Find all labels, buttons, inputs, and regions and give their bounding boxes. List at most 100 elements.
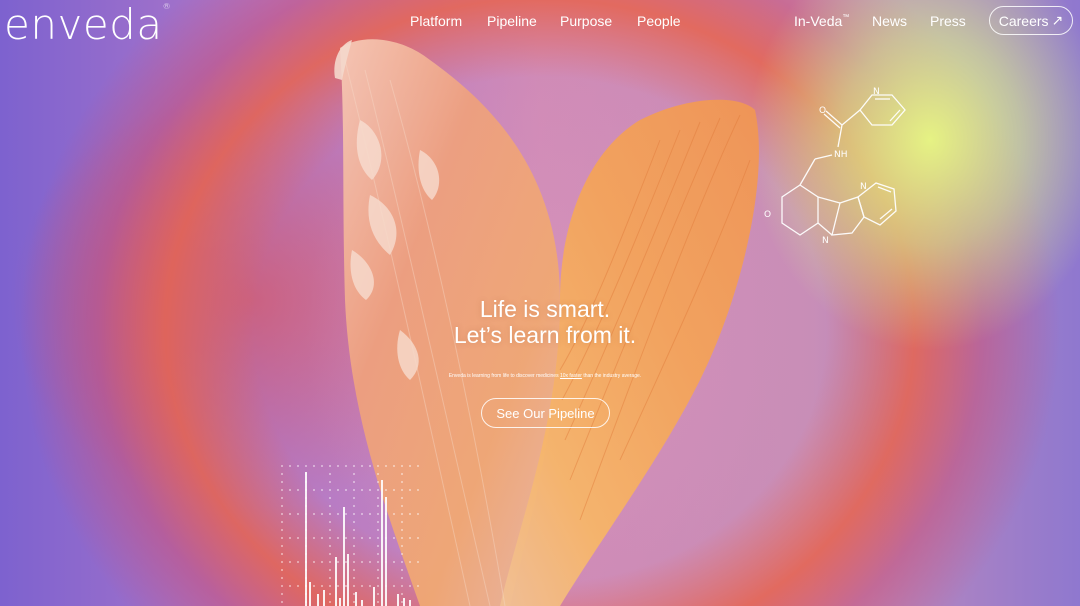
grid-dot (329, 585, 331, 587)
grid-dot (337, 489, 339, 491)
grid-dot (305, 465, 307, 467)
grid-dot (401, 553, 403, 555)
arrow-up-right-icon: ↗ (1051, 12, 1064, 28)
grid-dot (321, 513, 323, 515)
grid-dot (329, 505, 331, 507)
grid-dot (385, 465, 387, 467)
grid-dot (417, 465, 419, 467)
grid-dot (313, 537, 315, 539)
grid-dot (297, 465, 299, 467)
grid-dot (353, 465, 355, 467)
grid-dot (353, 561, 355, 563)
grid-dot (377, 497, 379, 499)
grid-dot (329, 513, 331, 515)
grid-dot (377, 537, 379, 539)
grid-dot (361, 513, 363, 515)
grid-dot (377, 489, 379, 491)
nav-link-news[interactable]: News (872, 13, 907, 29)
grid-dot (401, 481, 403, 483)
grid-dot (401, 537, 403, 539)
grid-dot (281, 593, 283, 595)
grid-dot (353, 505, 355, 507)
grid-dot (377, 529, 379, 531)
grid-dot (289, 561, 291, 563)
grid-dot (417, 585, 419, 587)
nav-link-in-veda-label: In-Veda (794, 13, 843, 29)
grid-dot (281, 497, 283, 499)
grid-dot (281, 505, 283, 507)
grid-dot (401, 569, 403, 571)
grid-dot (289, 489, 291, 491)
grid-dot (377, 545, 379, 547)
grid-dot (345, 561, 347, 563)
grid-dot (329, 601, 331, 603)
grid-dot (329, 545, 331, 547)
grid-dot (313, 489, 315, 491)
grid-dot (337, 513, 339, 515)
grid-dot (401, 497, 403, 499)
grid-dot (401, 529, 403, 531)
grid-dot (345, 585, 347, 587)
grid-dot (409, 561, 411, 563)
grid-dot (289, 537, 291, 539)
grid-dot (321, 585, 323, 587)
grid-dot (401, 585, 403, 587)
grid-dot (353, 593, 355, 595)
grid-dot (369, 465, 371, 467)
grid-dot (401, 601, 403, 603)
grid-dot (353, 481, 355, 483)
nav-link-purpose[interactable]: Purpose (560, 13, 612, 29)
grid-dot (353, 521, 355, 523)
nav-link-platform[interactable]: Platform (410, 13, 462, 29)
grid-dot (377, 521, 379, 523)
grid-dot (313, 585, 315, 587)
grid-dot (361, 585, 363, 587)
grid-dot (417, 561, 419, 563)
grid-dot (281, 481, 283, 483)
grid-dot (401, 545, 403, 547)
grid-dot (393, 561, 395, 563)
grid-dot (329, 481, 331, 483)
hero-subtitle-link[interactable]: 10x faster (560, 373, 582, 379)
grid-dot (393, 465, 395, 467)
grid-dot (369, 585, 371, 587)
grid-dot (361, 537, 363, 539)
see-our-pipeline-button[interactable]: See Our Pipeline (481, 398, 610, 428)
grid-dot (281, 489, 283, 491)
nav-link-in-veda[interactable]: In-Veda™ (794, 13, 849, 29)
grid-dot (281, 569, 283, 571)
grid-dot (377, 481, 379, 483)
grid-dot (377, 473, 379, 475)
grid-dot (377, 569, 379, 571)
grid-dot (353, 473, 355, 475)
nav-link-press[interactable]: Press (930, 13, 966, 29)
grid-dot (377, 553, 379, 555)
grid-dot (329, 529, 331, 531)
grid-dot (329, 473, 331, 475)
grid-dot (281, 601, 283, 603)
grid-dot (281, 465, 283, 467)
atom-label-o-morpholine: O (764, 210, 771, 220)
grid-dot (353, 497, 355, 499)
grid-dot (369, 513, 371, 515)
grid-dot (385, 489, 387, 491)
logo-text: enveda (4, 0, 163, 49)
nav-link-pipeline[interactable]: Pipeline (487, 13, 537, 29)
enveda-logo[interactable]: enveda® (4, 0, 171, 49)
careers-button[interactable]: Careers ↗ (989, 6, 1073, 35)
registered-mark: ® (162, 2, 172, 11)
grid-dot (353, 529, 355, 531)
grid-dot (297, 537, 299, 539)
grid-dot (401, 577, 403, 579)
grid-dot (377, 585, 379, 587)
grid-dot (297, 513, 299, 515)
grid-dot (337, 465, 339, 467)
grid-dot (281, 553, 283, 555)
nav-link-people[interactable]: People (637, 13, 681, 29)
grid-dot (353, 601, 355, 603)
grid-dot (353, 513, 355, 515)
grid-dot (329, 577, 331, 579)
grid-dot (353, 489, 355, 491)
grid-dot (393, 489, 395, 491)
grid-dot (289, 585, 291, 587)
